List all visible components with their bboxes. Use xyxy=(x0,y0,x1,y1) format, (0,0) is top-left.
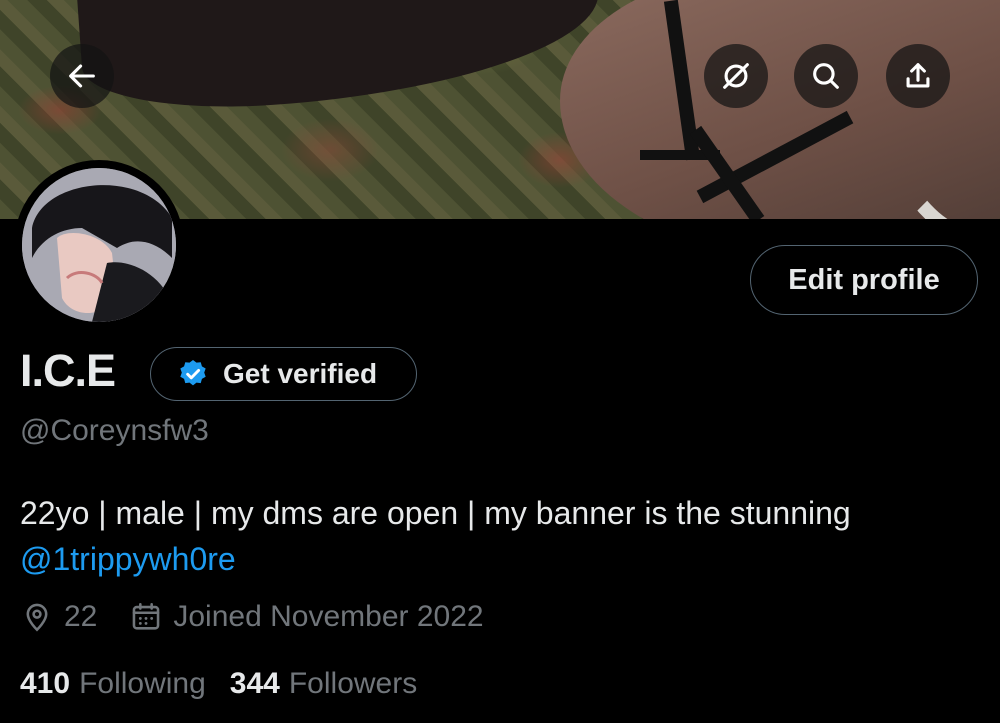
bio: 22yo | male | my dms are open | my banne… xyxy=(20,490,980,582)
joined-date: Joined November 2022 xyxy=(173,600,484,633)
following-count: 410 xyxy=(20,667,71,700)
share-icon xyxy=(906,63,930,88)
location-icon xyxy=(26,603,48,632)
back-arrow-icon xyxy=(69,64,95,88)
search-icon xyxy=(813,63,839,89)
bio-text: 22yo | male | my dms are open | my banne… xyxy=(20,495,851,531)
grok-button[interactable] xyxy=(704,44,768,108)
followers-label: Followers xyxy=(288,667,418,700)
profile-page: Edit profile I.C.E Get verified @Coreyns… xyxy=(0,0,1000,723)
search-button[interactable] xyxy=(794,44,858,108)
follow-stats: 410 Following 344 Followers xyxy=(20,667,417,701)
get-verified-label: Get verified xyxy=(223,358,378,389)
username-handle: @Coreynsfw3 xyxy=(20,414,209,447)
location-text: 22 xyxy=(64,600,98,633)
following-link[interactable]: 410 Following xyxy=(20,667,206,701)
display-name: I.C.E xyxy=(20,345,116,396)
grok-icon xyxy=(723,63,749,89)
bio-mention-link[interactable]: @1trippywh0re xyxy=(20,536,980,582)
calendar-icon xyxy=(133,602,160,630)
share-button[interactable] xyxy=(886,44,950,108)
verified-badge-icon xyxy=(180,360,206,386)
followers-count: 344 xyxy=(229,667,280,700)
get-verified-button[interactable]: Get verified xyxy=(150,347,417,401)
edit-profile-button[interactable]: Edit profile xyxy=(750,245,978,315)
avatar[interactable] xyxy=(14,160,184,330)
avatar-image xyxy=(22,168,176,322)
profile-meta: 22 Joined November 2022 xyxy=(20,600,484,634)
banner-hair-shape xyxy=(75,0,605,118)
following-label: Following xyxy=(79,667,206,700)
followers-link[interactable]: 344 Followers xyxy=(230,667,417,701)
back-button[interactable] xyxy=(50,44,114,108)
